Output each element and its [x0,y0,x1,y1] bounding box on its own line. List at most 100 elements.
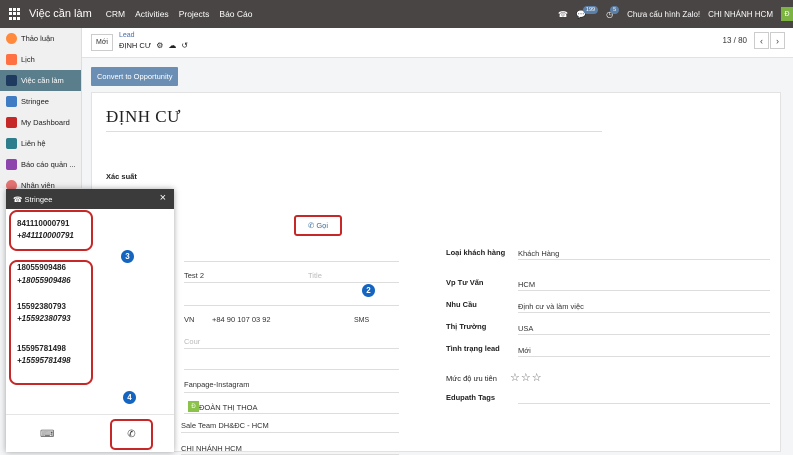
sales-team-field[interactable]: Sale Team DH&ĐC - HCM [181,421,269,430]
customer-type-value[interactable]: Khách Hàng [518,249,559,258]
breadcrumb-parent[interactable]: Lead [119,32,135,39]
row-divider-2 [184,369,399,370]
edupath-tags-label: Edupath Tags [446,393,496,402]
chat-icon [6,33,17,44]
top-navbar: Việc cần làm CRM Activities Projects Báo… [0,0,793,28]
sidebar-item-stringee[interactable]: Stringee [0,91,81,112]
country-underline [184,348,399,349]
contact-name-field[interactable]: Test 2 [184,271,204,280]
sms-link[interactable]: SMS [354,317,369,324]
phone-small-icon: ✆ [307,221,317,230]
cloud-icon [6,96,17,107]
app-grid-icon[interactable] [9,8,23,20]
salesperson-underline [184,413,399,414]
form-sheet: ĐỊNH CƯ Xác suất Test 2 Title VN +84 90 … [91,92,781,455]
activity-icon[interactable]: ◷ 5 [606,6,620,19]
cloud-save-icon[interactable]: ☁ [168,41,176,50]
menu-projects[interactable]: Projects [179,9,210,19]
action-bar: Convert to Opportunity [82,58,793,88]
phone-field[interactable]: +84 90 107 03 92 [212,315,271,324]
annotation-marker-4: 4 [123,391,136,404]
customer-type-underline [518,259,770,260]
contact-name-line [184,261,399,262]
source-field[interactable]: Fanpage-Instagram [184,380,249,389]
contact-icon [6,138,17,149]
call-history-list: 841110000791 +841110000791 18055909486 +… [6,209,174,415]
branch-switcher[interactable]: CHI NHÁNH HCM [708,10,773,19]
priority-label: Mức độ ưu tiên [446,374,497,383]
convert-to-opportunity-button[interactable]: Convert to Opportunity [91,67,179,86]
menu-reports[interactable]: Báo Cáo [219,9,252,19]
lead-status-label: Tình trạng lead [446,344,500,353]
discard-icon[interactable]: ↺ [181,41,188,50]
needs-label: Nhu Cầu [446,300,477,309]
call-history-formatted[interactable]: +18055909486 [17,276,71,285]
priority-stars[interactable]: ☆☆☆ [510,371,543,384]
menu-activities[interactable]: Activities [135,9,169,19]
lead-name-field[interactable]: ĐỊNH CƯ [106,107,602,132]
salesperson-field[interactable]: ĐOÀN THỊ THOA [199,403,257,412]
phone-icon[interactable]: ☎ [558,10,568,19]
call-history-number[interactable]: 841110000791 [17,219,70,228]
breadcrumb-current: ĐỊNH CƯ ⚙ ☁ ↺ [119,41,188,50]
new-button[interactable]: Mới [91,34,113,51]
country-code: VN [184,315,195,324]
sidebar-item-reports[interactable]: Báo cáo quản ... [0,154,81,175]
market-label: Thị Trường [446,322,487,331]
messages-badge: 199 [582,6,599,14]
phone-icon: ✆ [127,429,136,440]
sidebar-item-contacts[interactable]: Liên hệ [0,133,81,154]
lead-status-underline [518,356,770,357]
main-content: Mới Lead ĐỊNH CƯ ⚙ ☁ ↺ 13 / 80 ‹ › Conve… [82,28,793,455]
menu-crm[interactable]: CRM [106,9,125,19]
app-title[interactable]: Việc cần làm [29,8,92,20]
messages-icon[interactable]: 💬 199 [576,6,599,19]
contact-name-underline [184,282,399,283]
call-button[interactable]: ✆ Gọi [294,215,342,236]
sidebar-item-discuss[interactable]: Thảo luận [0,28,81,49]
office-underline [518,290,770,291]
call-history-formatted[interactable]: +841110000791 [17,231,74,240]
pager-previous-button[interactable]: ‹ [754,32,769,49]
call-history-formatted[interactable]: +15595781498 [17,356,71,365]
market-underline [518,334,770,335]
keyboard-icon[interactable]: ⌨ [40,429,54,440]
needs-value[interactable]: Định cư và làm việc [518,302,584,311]
market-value[interactable]: USA [518,324,533,333]
probability-label: Xác suất [106,172,137,181]
zalo-status[interactable]: Chưa cấu hình Zalo! [627,10,700,19]
annotation-marker-2: 2 [362,284,375,297]
activity-badge: 5 [610,6,620,14]
office-value[interactable]: HCM [518,280,535,289]
close-icon[interactable]: × [160,192,166,204]
call-history-formatted[interactable]: +15592380793 [17,314,71,323]
source-underline [184,392,399,393]
country-field[interactable]: Cour [184,337,200,346]
dial-phone-button[interactable]: ✆ [110,419,153,450]
call-history-number[interactable]: 15592380793 [17,302,66,311]
stringee-header: ☎ Stringee × [6,189,174,209]
sidebar-item-dashboard[interactable]: My Dashboard [0,112,81,133]
stringee-title: Stringee [24,194,53,204]
gear-icon[interactable]: ⚙ [156,41,163,50]
sidebar: Thảo luận Lịch Việc cần làm Stringee My … [0,28,82,191]
call-history-number[interactable]: 15595781498 [17,344,66,353]
pencil-icon [6,75,17,86]
sales-team-underline [181,432,399,433]
phone-header-icon: ☎ [13,194,25,204]
edupath-underline [518,403,770,404]
pager-next-button[interactable]: › [770,32,785,49]
lead-status-value[interactable]: Mới [518,346,531,355]
sidebar-item-calendar[interactable]: Lịch [0,49,81,70]
user-avatar[interactable]: Đ [781,7,793,21]
customer-type-label: Loại khách hàng [446,248,506,257]
calendar-icon [6,54,17,65]
title-field[interactable]: Title [308,271,322,280]
salesperson-avatar: Đ [188,401,199,412]
pager-value[interactable]: 13 / 80 [723,36,747,45]
call-history-number[interactable]: 18055909486 [17,263,66,272]
sidebar-item-todo[interactable]: Việc cần làm [0,70,81,91]
office-label: Vp Tư Vấn [446,278,484,287]
stringee-footer: ⌨ ✆ [6,414,174,452]
needs-underline [518,312,770,313]
